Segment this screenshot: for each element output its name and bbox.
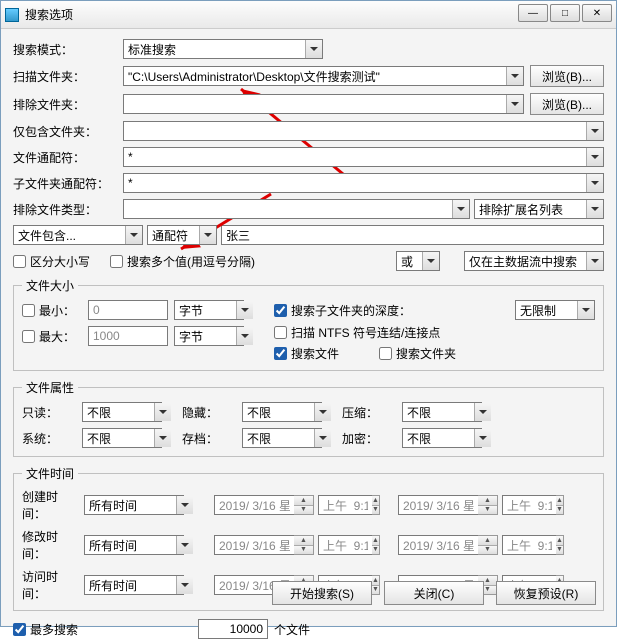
scan-folder-label: 扫描文件夹： xyxy=(13,68,123,85)
exclude-type-input[interactable] xyxy=(123,199,470,219)
max-size-unit[interactable] xyxy=(174,326,244,346)
spinner-icon[interactable]: ▲▼ xyxy=(294,495,314,515)
encrypted-label: 加密： xyxy=(342,430,392,447)
start-search-button[interactable]: 开始搜索(S) xyxy=(272,581,372,605)
max-size-input[interactable] xyxy=(88,326,168,346)
file-size-fieldset: 文件大小 最小： 最大： 搜索子文件夹的深度： 扫描 NTFS xyxy=(13,277,604,371)
search-file-checkbox[interactable]: 搜索文件 xyxy=(274,345,339,362)
include-only-label: 仅包含文件夹： xyxy=(13,123,123,140)
max-search-unit: 个文件 xyxy=(274,621,310,638)
modified-label: 修改时间： xyxy=(22,528,80,562)
search-folder-checkbox[interactable]: 搜索文件夹 xyxy=(379,345,456,362)
exclude-folder-label: 排除文件夹： xyxy=(13,96,123,113)
depth-checkbox[interactable]: 搜索子文件夹的深度： xyxy=(274,302,411,319)
subfolder-wildcard-input[interactable] xyxy=(123,173,604,193)
browse-scan-button[interactable]: 浏览(B)... xyxy=(530,65,604,87)
scan-folder-input[interactable] xyxy=(123,66,524,86)
minimize-button[interactable]: — xyxy=(518,4,548,22)
reset-button[interactable]: 恢复预设(R) xyxy=(496,581,596,605)
subfolder-wildcard-label: 子文件夹通配符： xyxy=(13,175,123,192)
hidden-label: 隐藏： xyxy=(182,404,232,421)
multi-value-checkbox[interactable]: 搜索多个值(用逗号分隔) xyxy=(110,253,255,270)
file-contains-select[interactable] xyxy=(13,225,143,245)
modified-range-select[interactable] xyxy=(84,535,184,555)
created-label: 创建时间： xyxy=(22,488,80,522)
file-size-legend: 文件大小 xyxy=(22,277,78,294)
accessed-label: 访问时间： xyxy=(22,568,80,602)
multi-value-label: 搜索多个值(用逗号分隔) xyxy=(127,253,255,270)
spinner-icon[interactable]: ▲▼ xyxy=(294,535,314,555)
compressed-select[interactable] xyxy=(402,402,482,422)
depth-select[interactable] xyxy=(515,300,595,320)
exclude-ext-list-select[interactable] xyxy=(474,199,604,219)
created-date-from[interactable] xyxy=(214,495,294,515)
compressed-label: 压缩： xyxy=(342,404,392,421)
case-sensitive-label: 区分大小写 xyxy=(30,253,90,270)
exclude-type-label: 排除文件类型： xyxy=(13,201,123,218)
filter-type-select[interactable] xyxy=(147,225,217,245)
close-window-button[interactable]: ✕ xyxy=(582,4,612,22)
modified-time-to[interactable] xyxy=(502,535,556,555)
stream-select[interactable] xyxy=(464,251,604,271)
case-sensitive-checkbox[interactable]: 区分大小写 xyxy=(13,253,90,270)
modified-time-from[interactable] xyxy=(318,535,372,555)
spinner-icon[interactable]: ▲▼ xyxy=(372,495,380,515)
min-size-unit[interactable] xyxy=(174,300,244,320)
system-select[interactable] xyxy=(82,428,162,448)
modified-date-from[interactable] xyxy=(214,535,294,555)
browse-exclude-button[interactable]: 浏览(B)... xyxy=(530,93,604,115)
window-title: 搜索选项 xyxy=(25,6,73,23)
spinner-icon[interactable]: ▲▼ xyxy=(372,535,380,555)
spinner-icon[interactable]: ▲▼ xyxy=(556,495,564,515)
filter-value-input[interactable] xyxy=(221,225,604,245)
created-range-select[interactable] xyxy=(84,495,184,515)
encrypted-select[interactable] xyxy=(402,428,482,448)
archive-select[interactable] xyxy=(242,428,322,448)
spinner-icon[interactable]: ▲▼ xyxy=(478,495,498,515)
search-mode-select[interactable] xyxy=(123,39,323,59)
created-time-to[interactable] xyxy=(502,495,556,515)
archive-label: 存档： xyxy=(182,430,232,447)
file-wildcard-input[interactable] xyxy=(123,147,604,167)
close-button[interactable]: 关闭(C) xyxy=(384,581,484,605)
spinner-icon[interactable]: ▲▼ xyxy=(556,535,564,555)
system-label: 系统： xyxy=(22,430,72,447)
title-bar: 搜索选项 — □ ✕ xyxy=(1,1,616,29)
max-search-input[interactable] xyxy=(198,619,268,639)
hidden-select[interactable] xyxy=(242,402,322,422)
readonly-label: 只读： xyxy=(22,404,72,421)
readonly-select[interactable] xyxy=(82,402,162,422)
include-only-input[interactable] xyxy=(123,121,604,141)
min-size-checkbox[interactable]: 最小： xyxy=(22,302,82,319)
file-time-legend: 文件时间 xyxy=(22,465,78,482)
file-attr-fieldset: 文件属性 只读： 隐藏： 压缩： 系统： 存档： 加密： xyxy=(13,379,604,457)
file-wildcard-label: 文件通配符： xyxy=(13,149,123,166)
logic-select[interactable] xyxy=(396,251,440,271)
max-search-checkbox[interactable]: 最多搜索 xyxy=(13,621,78,638)
search-mode-label: 搜索模式： xyxy=(13,41,123,58)
ntfs-checkbox[interactable]: 扫描 NTFS 符号连结/连接点 xyxy=(274,324,595,341)
min-size-input[interactable] xyxy=(88,300,168,320)
accessed-range-select[interactable] xyxy=(84,575,184,595)
file-attr-legend: 文件属性 xyxy=(22,379,78,396)
spinner-icon[interactable]: ▲▼ xyxy=(478,535,498,555)
created-time-from[interactable] xyxy=(318,495,372,515)
maximize-button[interactable]: □ xyxy=(550,4,580,22)
modified-date-to[interactable] xyxy=(398,535,478,555)
window-icon xyxy=(5,8,19,22)
created-date-to[interactable] xyxy=(398,495,478,515)
exclude-folder-input[interactable] xyxy=(123,94,524,114)
max-size-checkbox[interactable]: 最大： xyxy=(22,328,82,345)
